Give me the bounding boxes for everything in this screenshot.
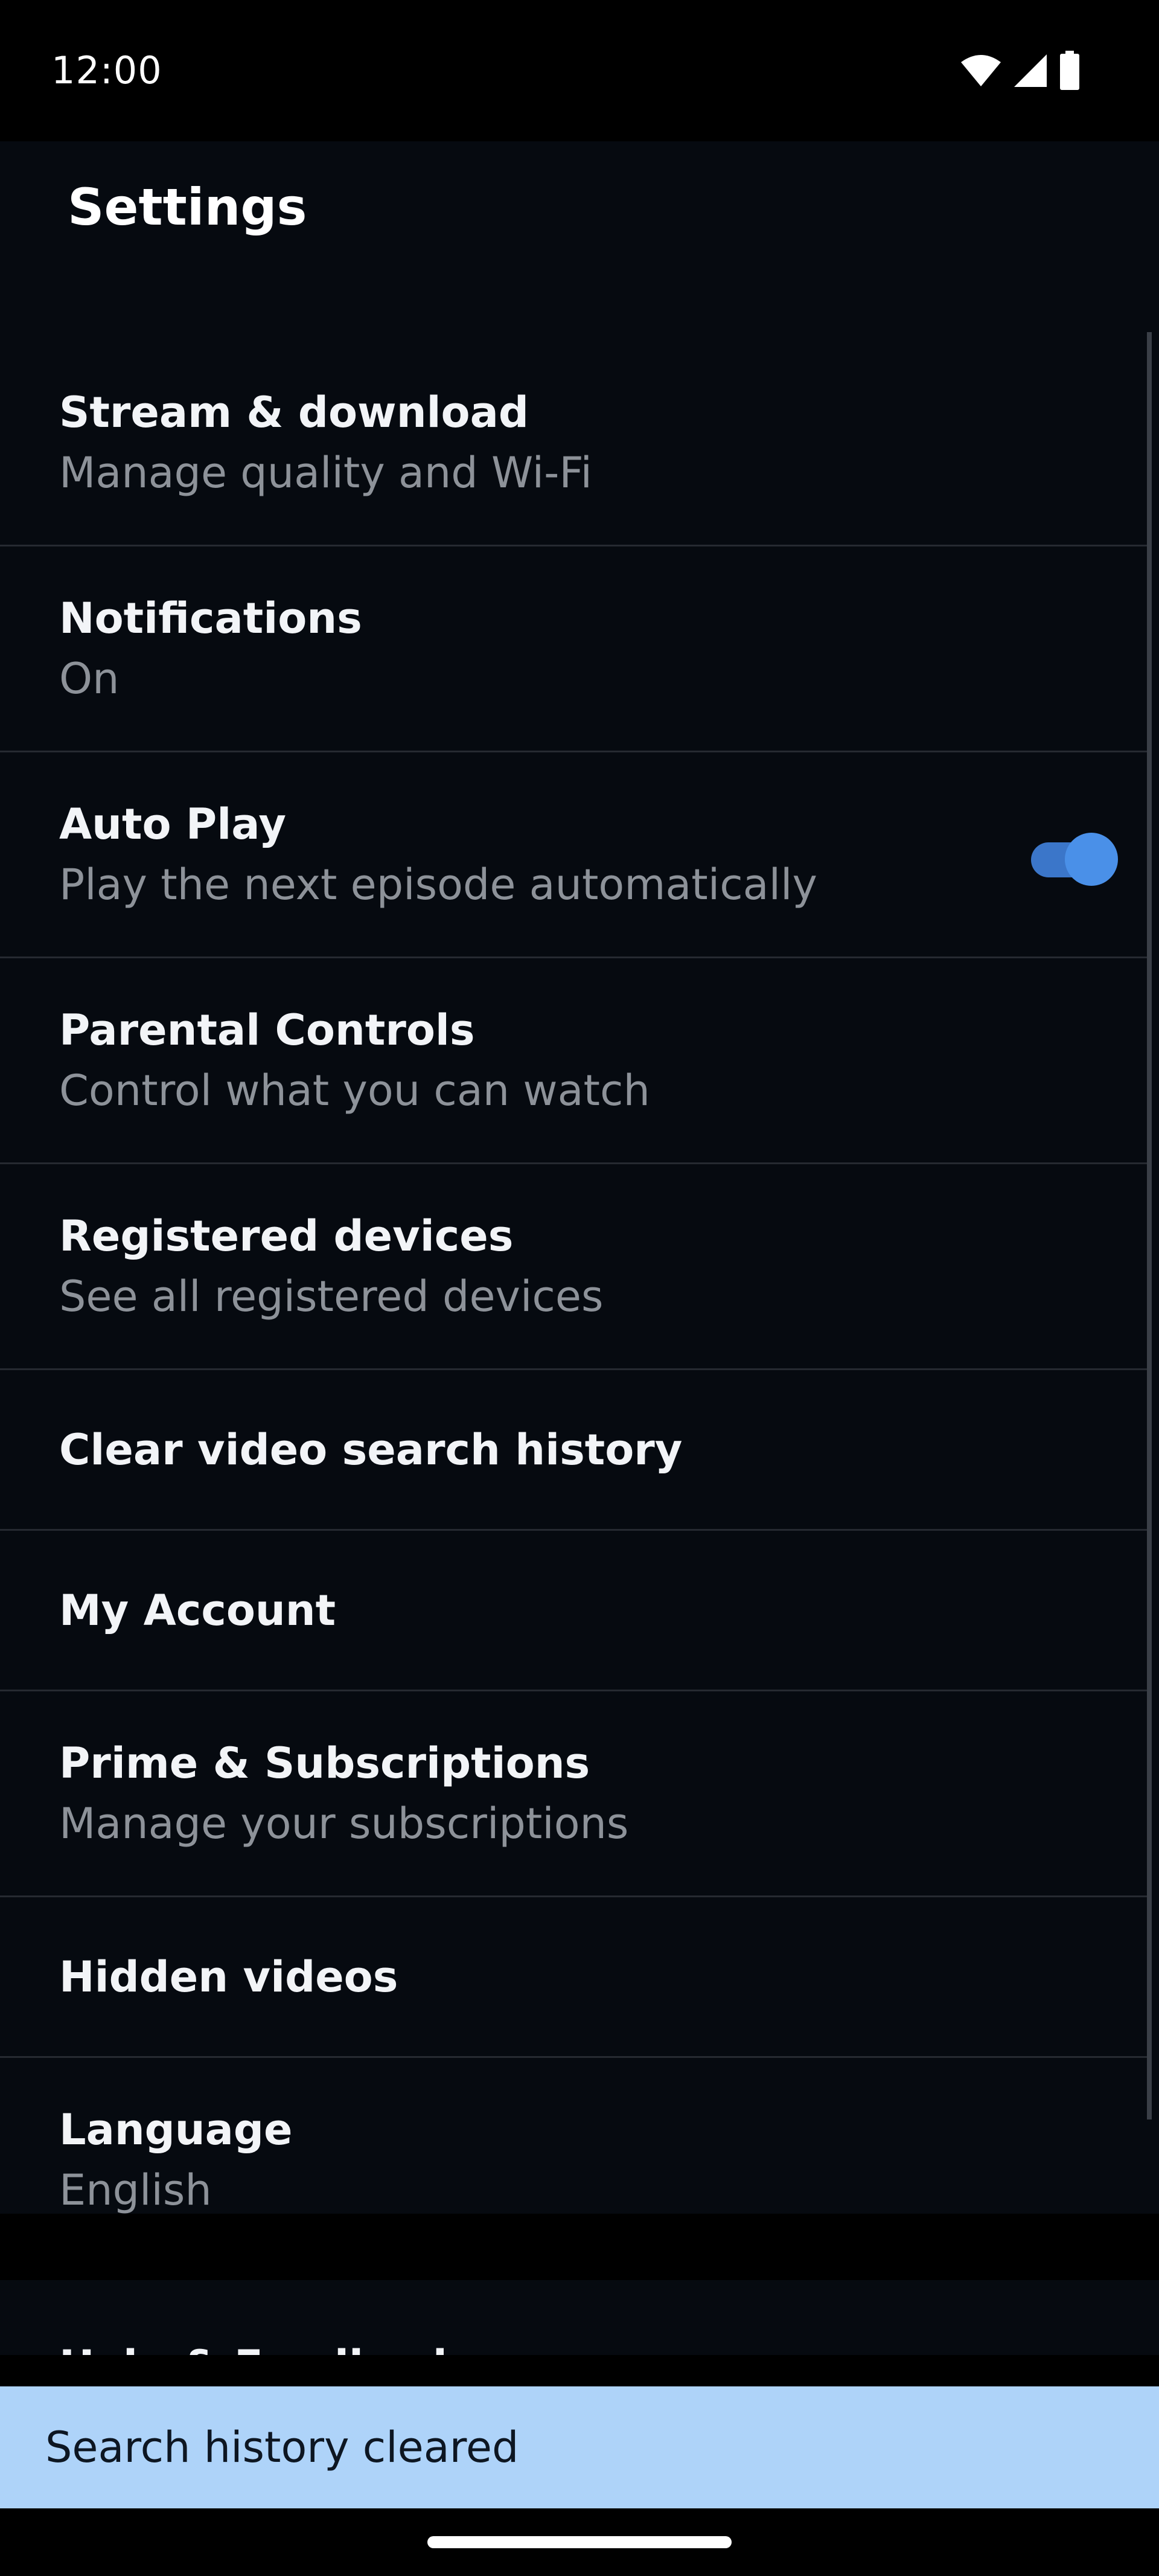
wifi-icon [961, 55, 1001, 86]
setting-subtitle: English [59, 2165, 212, 2215]
setting-title: Clear video search history [59, 1424, 683, 1475]
setting-stream-download[interactable]: Stream & download Manage quality and Wi-… [0, 341, 1147, 546]
cellular-signal-icon [1014, 54, 1047, 87]
setting-title: Stream & download [59, 388, 529, 437]
scrollbar[interactable] [1147, 332, 1152, 2119]
setting-title: Auto Play [59, 799, 286, 849]
setting-auto-play[interactable]: Auto Play Play the next episode automati… [0, 752, 1147, 958]
page-title: Settings [68, 178, 307, 237]
setting-title: Language [59, 2105, 293, 2155]
setting-title: My Account [59, 1585, 336, 1635]
setting-hidden-videos[interactable]: Hidden videos [0, 1897, 1147, 2058]
status-bar: 12:00 [0, 0, 1159, 141]
battery-icon [1060, 51, 1079, 90]
setting-title: Notifications [59, 594, 362, 643]
setting-registered-devices[interactable]: Registered devices See all registered de… [0, 1164, 1147, 1370]
setting-subtitle: On [59, 654, 120, 703]
setting-subtitle: Manage quality and Wi-Fi [59, 448, 592, 498]
setting-title: Hidden videos [59, 1952, 398, 2002]
status-icons [960, 50, 1081, 92]
setting-subtitle: Manage your subscriptions [59, 1799, 629, 1848]
toggle-thumb [1065, 833, 1118, 886]
settings-list: Stream & download Manage quality and Wi-… [0, 341, 1147, 2355]
status-time: 12:00 [51, 48, 162, 92]
setting-notifications[interactable]: Notifications On [0, 546, 1147, 752]
bottom-navigation [0, 2214, 1159, 2280]
settings-screen: Settings Stream & download Manage qualit… [0, 141, 1159, 2355]
snackbar-message: Search history cleared [45, 2423, 519, 2472]
setting-subtitle: Play the next episode automatically [59, 860, 817, 909]
setting-parental-controls[interactable]: Parental Controls Control what you can w… [0, 958, 1147, 1164]
setting-subtitle: Control what you can watch [59, 1066, 650, 1115]
setting-title: Registered devices [59, 1211, 514, 1261]
setting-prime-subscriptions[interactable]: Prime & Subscriptions Manage your subscr… [0, 1691, 1147, 1897]
snackbar: Search history cleared [0, 2386, 1159, 2508]
setting-title: Parental Controls [59, 1005, 475, 1055]
home-indicator[interactable] [427, 2536, 732, 2548]
setting-clear-video-search-history[interactable]: Clear video search history [0, 1370, 1147, 1531]
setting-subtitle: See all registered devices [59, 1272, 604, 1321]
setting-my-account[interactable]: My Account [0, 1531, 1147, 1691]
setting-title: Help & Feedback [59, 2336, 978, 2355]
setting-title: Prime & Subscriptions [59, 1738, 590, 1788]
auto-play-toggle[interactable] [1027, 829, 1118, 886]
